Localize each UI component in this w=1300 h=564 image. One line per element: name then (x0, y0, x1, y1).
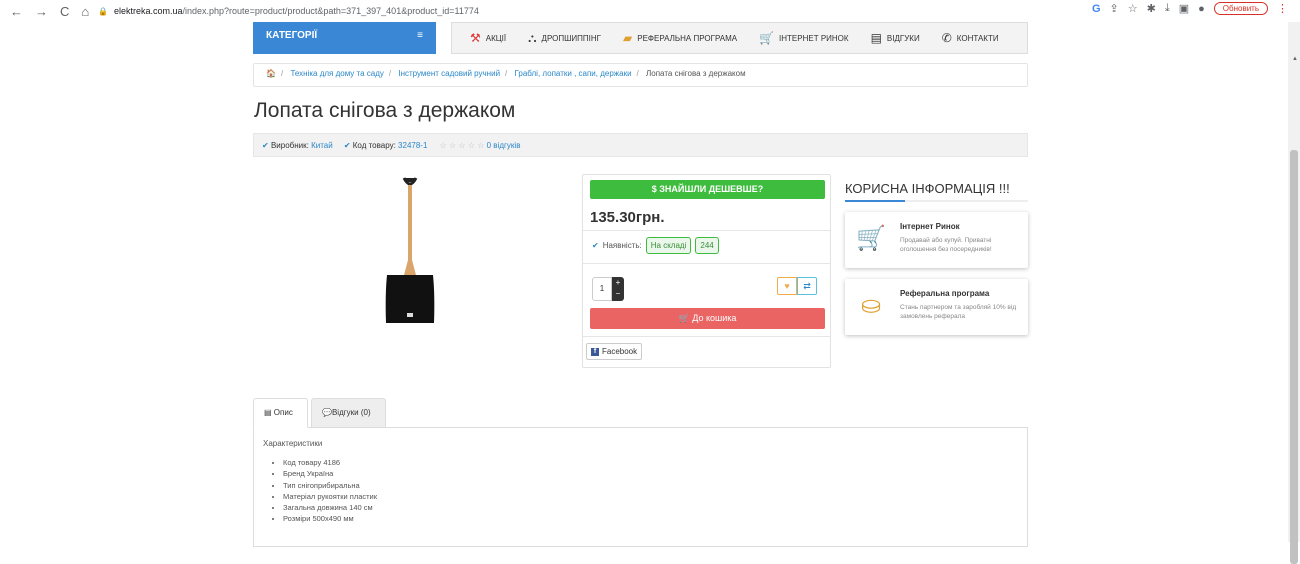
check-icon: ✔ (343, 141, 351, 150)
quantity-input[interactable]: 1 (592, 277, 612, 301)
hammer-icon: ⚒ (470, 31, 481, 45)
card-title: Реферальна програма (900, 289, 990, 298)
stock-count-badge: 244 (695, 237, 719, 254)
menu-item-referral[interactable]: ▰ РЕФЕРАЛЬНА ПРОГРАМА (623, 31, 737, 45)
back-icon[interactable]: ← (10, 4, 23, 19)
url-path: /index.php?route=product/product&path=37… (182, 6, 479, 16)
menu-item-market[interactable]: 🛒 ІНТЕРНЕТ РИНОК (759, 31, 848, 45)
menu-item-contacts[interactable]: ✆ КОНТАКТИ (942, 31, 999, 45)
top-menu: ⚒ АКЦІЇ ⛬ ДРОПШИППІНГ ▰ РЕФЕРАЛЬНА ПРОГРАМА… (451, 22, 1028, 54)
info-title: КОРИСНА ІНФОРМАЦІЯ !!! (845, 181, 1010, 196)
list-item: Розміри 500x490 мм (283, 513, 1018, 524)
product-image[interactable] (380, 175, 440, 325)
info-card-referral[interactable]: ⛀ Реферальна програма Стань партнером та… (845, 279, 1028, 335)
plus-icon[interactable]: + (616, 278, 621, 287)
reload-icon[interactable]: C (60, 4, 69, 19)
list-item: Код товару 4186 (283, 457, 1018, 468)
reviews-link[interactable]: 0 відгуків (487, 141, 521, 150)
box-icon: ▰ (623, 31, 633, 45)
menu-item-actions[interactable]: ⚒ АКЦІЇ (470, 31, 506, 45)
url-host: elektreka.com.ua (113, 6, 183, 16)
lock-icon: 🔒 (98, 6, 108, 16)
reviews-icon: ▤ (870, 31, 882, 45)
extensions-area: G ⇪ ☆ ✱ ⤓ ▣ ● Обновить ⋮ (1092, 2, 1288, 15)
availability-label: Наявність: (602, 241, 642, 250)
network-icon: ⛬ (528, 30, 537, 45)
home-icon[interactable]: ⌂ (81, 4, 89, 19)
facebook-icon: f (591, 347, 599, 356)
download-icon[interactable]: ⤓ (1165, 2, 1170, 15)
tab-description[interactable]: ▤ Опис (253, 398, 308, 428)
list-item: Матеріал рукоятки пластик (283, 491, 1018, 502)
check-icon: ✔ (592, 241, 599, 250)
found-cheaper-button[interactable]: $ ЗНАЙШЛИ ДЕШЕВШЕ? (590, 180, 825, 199)
shopping-cart-icon: 🛒 (856, 225, 886, 252)
breadcrumb-link[interactable]: Граблі, лопатки , сапи, держаки (515, 69, 632, 78)
categories-button[interactable]: КАТЕГОРІЇ ≡ (253, 22, 436, 54)
product-code: 32478-1 (398, 141, 428, 150)
manufacturer-label: Виробник: (270, 141, 309, 150)
profile-icon[interactable]: ● (1198, 3, 1205, 15)
breadcrumb-current: Лопата снігова з держаком (646, 69, 746, 78)
specs-heading: Характеристики (263, 439, 323, 448)
cart-icon: 🛒 (678, 313, 690, 323)
forward-icon[interactable]: → (35, 4, 48, 19)
update-button[interactable]: Обновить (1213, 2, 1268, 15)
home-icon[interactable]: 🏠 (266, 69, 276, 78)
browser-toolbar: ← → C ⌂ 🔒 elektreka.com.ua/index.php?rou… (0, 0, 1300, 22)
document-icon: ▤ (264, 408, 272, 417)
menu-item-reviews[interactable]: ▤ ВІДГУКИ (871, 31, 920, 45)
check-icon: ✔ (262, 141, 269, 150)
menu-dots-icon[interactable]: ⋮ (1277, 2, 1288, 15)
bookmark-star-icon[interactable]: ☆ (1128, 2, 1138, 15)
manufacturer-link[interactable]: Китай (311, 141, 333, 150)
coins-icon: ⛀ (860, 292, 882, 319)
breadcrumb-link[interactable]: Інструмент садовий ручний (398, 69, 500, 78)
phone-icon: ✆ (941, 31, 952, 45)
list-item: Бренд Україна (283, 468, 1018, 479)
tab-reviews[interactable]: 💬Відгуки (0) (311, 398, 386, 428)
scroll-up-icon[interactable]: ▲ (1292, 56, 1298, 62)
product-price: 135.30грн. (590, 209, 665, 226)
page-title: Лопата снігова з держаком (254, 99, 516, 122)
wishlist-heart-icon[interactable]: ♥ (777, 277, 797, 295)
minus-icon[interactable]: − (616, 289, 621, 298)
card-desc: Стань партнером та заробляй 10% від замо… (900, 304, 1017, 320)
breadcrumb: 🏠 / Техніка для дому та саду / Інструмент … (253, 63, 1028, 87)
comments-icon: 💬 (322, 408, 332, 417)
code-label: Код товару: (352, 141, 396, 150)
product-meta-bar: ✔ Виробник: Китай ✔ Код товару: 32478-1 … (253, 133, 1028, 157)
extensions-icon[interactable]: ✱ (1147, 2, 1156, 15)
cart-icon: 🛒 (759, 31, 775, 45)
share-icon[interactable]: ⇪ (1110, 2, 1119, 15)
list-item: Загальна довжина 140 см (283, 502, 1018, 513)
availability: ✔ Наявність: На складі 244 (592, 237, 719, 254)
menu-item-dropshipping[interactable]: ⛬ ДРОПШИППІНГ (528, 31, 601, 46)
info-card-market[interactable]: 🛒 Інтернет Ринок Продавай або купуй. При… (845, 212, 1028, 268)
categories-label: КАТЕГОРІЇ (266, 30, 318, 41)
google-icon[interactable]: G (1092, 3, 1101, 15)
quantity-stepper[interactable]: + − (612, 277, 624, 301)
specs-list: Код товару 4186 Бренд Україна Тип снігоп… (283, 457, 1018, 525)
scrollbar[interactable]: ▲ (1288, 22, 1300, 564)
purchase-box: $ ЗНАЙШЛИ ДЕШЕВШЕ? 135.30грн. ✔ Наявніст… (582, 174, 831, 368)
description-panel: Характеристики Код товару 4186 Бренд Укр… (253, 427, 1028, 547)
sidepanel-icon[interactable]: ▣ (1179, 2, 1189, 15)
breadcrumb-link[interactable]: Техніка для дому та саду (290, 69, 383, 78)
compare-icon[interactable]: ⇄ (797, 277, 817, 295)
card-title: Інтернет Ринок (900, 222, 960, 231)
hamburger-icon: ≡ (417, 30, 423, 41)
address-bar[interactable]: 🔒 elektreka.com.ua/index.php?route=produ… (98, 3, 479, 19)
scrollbar-thumb[interactable] (1290, 150, 1298, 564)
facebook-share-button[interactable]: f Facebook (586, 343, 643, 360)
card-desc: Продавай або купуй. Приватні оголошення … (900, 237, 992, 253)
stock-status-badge: На складі (645, 237, 692, 254)
rating-stars: ☆ ☆ ☆ ☆ ☆ (439, 141, 485, 150)
list-item: Тип снігоприбиральна (283, 480, 1018, 491)
add-to-cart-button[interactable]: 🛒 До кошика (590, 308, 825, 329)
